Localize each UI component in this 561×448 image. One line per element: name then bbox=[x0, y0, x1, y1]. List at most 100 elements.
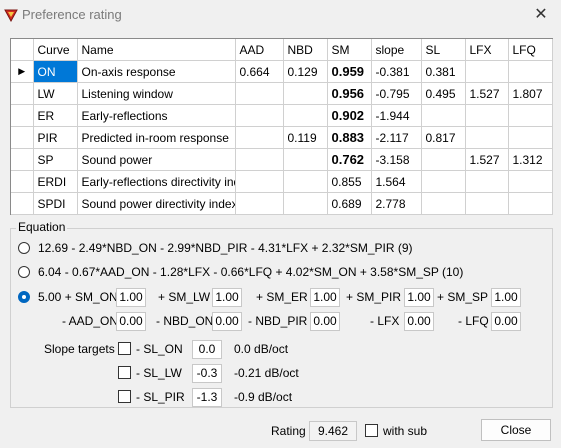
table-row[interactable]: ▶ ON On-axis response 0.664 0.129 0.959 … bbox=[11, 60, 553, 83]
sl-on-label[interactable]: - SL_ON bbox=[136, 342, 183, 356]
row-selector[interactable] bbox=[11, 170, 34, 193]
cell-nbd[interactable] bbox=[283, 82, 328, 105]
cell-aad[interactable] bbox=[235, 148, 284, 171]
sm-pir-weight-input[interactable]: 1.00 bbox=[404, 288, 434, 307]
cell-name[interactable]: Sound power bbox=[77, 148, 236, 171]
row-selector[interactable] bbox=[11, 104, 34, 127]
cell-curve[interactable]: ER bbox=[33, 104, 78, 127]
nbd-on-weight-input[interactable]: 0.00 bbox=[212, 312, 242, 331]
cell-aad[interactable] bbox=[235, 126, 284, 149]
cell-slope[interactable]: -0.795 bbox=[371, 82, 422, 105]
cell-lfx[interactable] bbox=[465, 126, 509, 149]
cell-aad[interactable] bbox=[235, 192, 284, 215]
cell-name[interactable]: Early-reflections directivity index bbox=[77, 170, 236, 193]
sl-pir-target-input[interactable]: -1.3 bbox=[192, 388, 222, 407]
row-selector[interactable] bbox=[11, 126, 34, 149]
cell-slope[interactable]: -3.158 bbox=[371, 148, 422, 171]
equation-option-1-label[interactable]: 12.69 - 2.49*NBD_ON - 2.99*NBD_PIR - 4.3… bbox=[38, 241, 413, 255]
cell-aad[interactable] bbox=[235, 170, 284, 193]
cell-sl[interactable] bbox=[421, 192, 466, 215]
cell-aad[interactable]: 0.664 bbox=[235, 60, 284, 83]
row-selector-icon[interactable]: ▶ bbox=[11, 60, 34, 83]
cell-lfx[interactable] bbox=[465, 60, 509, 83]
table-row[interactable]: ERDI Early-reflections directivity index… bbox=[11, 170, 553, 193]
equation-custom-radio[interactable] bbox=[18, 291, 30, 303]
cell-slope[interactable]: 1.564 bbox=[371, 170, 422, 193]
equation-option-2-label[interactable]: 6.04 - 0.67*AAD_ON - 1.28*LFX - 0.66*LFQ… bbox=[38, 265, 463, 279]
cell-aad[interactable] bbox=[235, 104, 284, 127]
cell-lfx[interactable]: 1.527 bbox=[465, 82, 509, 105]
table-row[interactable]: LW Listening window 0.956 -0.795 0.495 1… bbox=[11, 82, 553, 105]
cell-sl[interactable] bbox=[421, 148, 466, 171]
sl-on-checkbox[interactable] bbox=[118, 342, 131, 355]
cell-slope[interactable]: -1.944 bbox=[371, 104, 422, 127]
col-header-nbd[interactable]: NBD bbox=[283, 39, 328, 61]
cell-name[interactable]: Sound power directivity index bbox=[77, 192, 236, 215]
sl-lw-target-input[interactable]: -0.3 bbox=[192, 364, 222, 383]
metrics-table[interactable]: Curve Name AAD NBD SM slope SL LFX LFQ ▶… bbox=[10, 38, 553, 215]
cell-nbd[interactable]: 0.129 bbox=[283, 60, 328, 83]
sl-lw-checkbox[interactable] bbox=[118, 366, 131, 379]
cell-lfq[interactable]: 1.807 bbox=[508, 82, 553, 105]
sm-sp-weight-input[interactable]: 1.00 bbox=[491, 288, 521, 307]
col-header-sl[interactable]: SL bbox=[421, 39, 466, 61]
cell-nbd[interactable] bbox=[283, 104, 328, 127]
cell-slope[interactable]: 2.778 bbox=[371, 192, 422, 215]
cell-sl[interactable]: 0.381 bbox=[421, 60, 466, 83]
sm-er-weight-input[interactable]: 1.00 bbox=[310, 288, 340, 307]
cell-slope[interactable]: -2.117 bbox=[371, 126, 422, 149]
sm-on-weight-input[interactable]: 1.00 bbox=[116, 288, 146, 307]
cell-sl[interactable] bbox=[421, 104, 466, 127]
lfx-weight-input[interactable]: 0.00 bbox=[404, 312, 434, 331]
nbd-pir-weight-input[interactable]: 0.00 bbox=[310, 312, 340, 331]
cell-lfx[interactable] bbox=[465, 192, 509, 215]
cell-lfq[interactable]: 1.312 bbox=[508, 148, 553, 171]
cell-nbd[interactable] bbox=[283, 148, 328, 171]
cell-slope[interactable]: -0.381 bbox=[371, 60, 422, 83]
cell-lfq[interactable] bbox=[508, 170, 553, 193]
cell-sm[interactable]: 0.689 bbox=[327, 192, 372, 215]
cell-lfq[interactable] bbox=[508, 126, 553, 149]
col-header-curve[interactable]: Curve bbox=[33, 39, 78, 61]
cell-nbd[interactable]: 0.119 bbox=[283, 126, 328, 149]
cell-lfx[interactable] bbox=[465, 170, 509, 193]
close-button[interactable]: Close bbox=[481, 419, 551, 441]
cell-curve[interactable]: LW bbox=[33, 82, 78, 105]
cell-sm[interactable]: 0.762 bbox=[327, 148, 372, 171]
cell-lfq[interactable] bbox=[508, 192, 553, 215]
cell-name[interactable]: Predicted in-room response bbox=[77, 126, 236, 149]
with-sub-label[interactable]: with sub bbox=[383, 424, 427, 438]
window-close-button[interactable]: ✕ bbox=[521, 0, 561, 30]
cell-curve[interactable]: ERDI bbox=[33, 170, 78, 193]
col-header-aad[interactable]: AAD bbox=[235, 39, 284, 61]
cell-lfx[interactable] bbox=[465, 104, 509, 127]
cell-sm[interactable]: 0.855 bbox=[327, 170, 372, 193]
cell-sm[interactable]: 0.956 bbox=[327, 82, 372, 105]
with-sub-checkbox[interactable] bbox=[365, 424, 378, 437]
cell-curve[interactable]: ON bbox=[33, 60, 78, 83]
sl-on-target-input[interactable]: 0.0 bbox=[192, 340, 222, 359]
col-header-lfx[interactable]: LFX bbox=[465, 39, 509, 61]
cell-sm[interactable]: 0.959 bbox=[327, 60, 372, 83]
table-row[interactable]: SPDI Sound power directivity index 0.689… bbox=[11, 192, 553, 215]
aad-on-weight-input[interactable]: 0.00 bbox=[116, 312, 146, 331]
table-row[interactable]: ER Early-reflections 0.902 -1.944 bbox=[11, 104, 553, 127]
sl-pir-checkbox[interactable] bbox=[118, 390, 131, 403]
equation-option-2-radio[interactable] bbox=[18, 266, 30, 278]
cell-name[interactable]: Early-reflections bbox=[77, 104, 236, 127]
cell-curve[interactable]: SPDI bbox=[33, 192, 78, 215]
sm-lw-weight-input[interactable]: 1.00 bbox=[212, 288, 242, 307]
col-header-slope[interactable]: slope bbox=[371, 39, 422, 61]
table-row[interactable]: PIR Predicted in-room response 0.119 0.8… bbox=[11, 126, 553, 149]
cell-name[interactable]: Listening window bbox=[77, 82, 236, 105]
equation-option-1-radio[interactable] bbox=[18, 242, 30, 254]
cell-nbd[interactable] bbox=[283, 192, 328, 215]
cell-lfq[interactable] bbox=[508, 104, 553, 127]
cell-lfq[interactable] bbox=[508, 60, 553, 83]
cell-name[interactable]: On-axis response bbox=[77, 60, 236, 83]
cell-sl[interactable]: 0.495 bbox=[421, 82, 466, 105]
cell-lfx[interactable]: 1.527 bbox=[465, 148, 509, 171]
row-selector[interactable] bbox=[11, 192, 34, 215]
row-selector[interactable] bbox=[11, 82, 34, 105]
cell-curve[interactable]: PIR bbox=[33, 126, 78, 149]
